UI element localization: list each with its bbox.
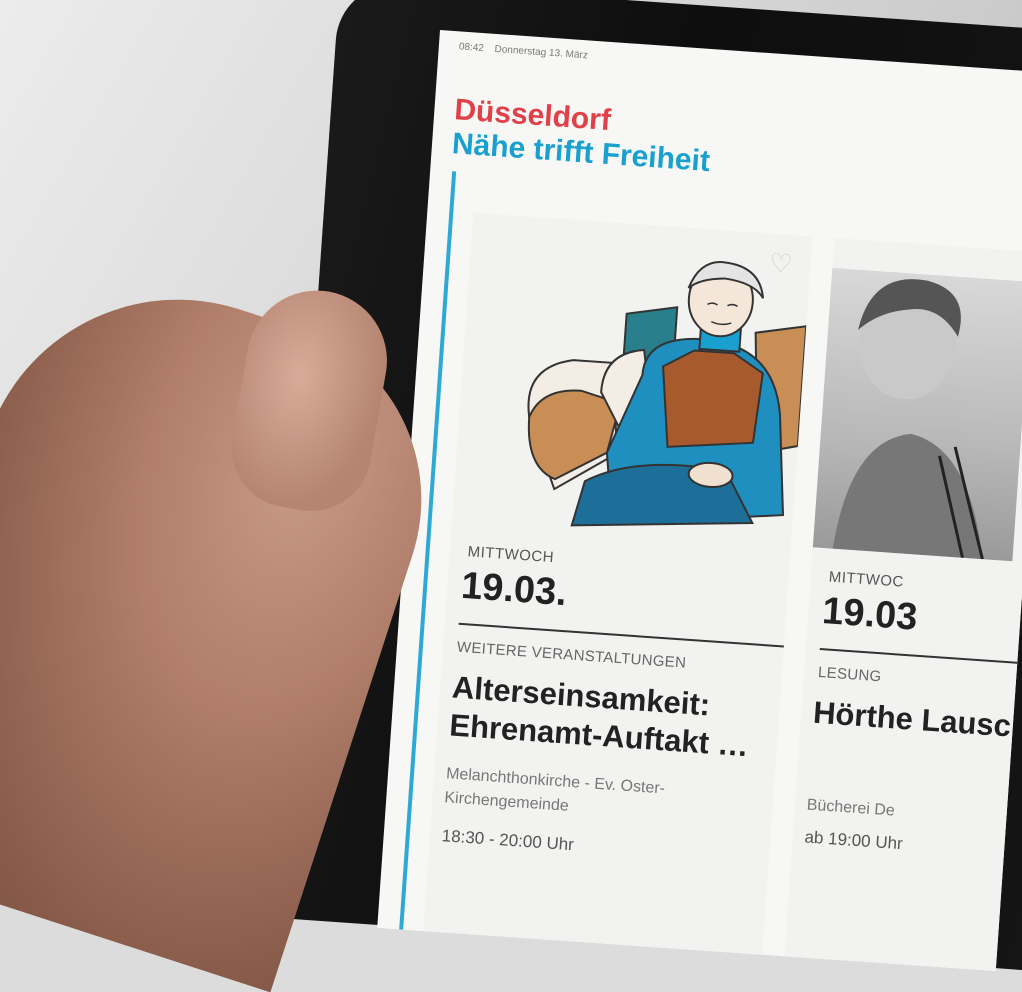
status-date: Donnerstag 13. März xyxy=(494,43,589,62)
musician-photo xyxy=(812,267,1022,562)
event-title[interactable]: Hörthe Lausch xyxy=(812,694,1022,750)
divider xyxy=(819,648,1022,668)
elderly-woman-illustration xyxy=(527,261,808,527)
event-location: Melanchthonkirche - Ev. Oster-Kirchengem… xyxy=(443,765,666,815)
event-weekday: MITTWOCH xyxy=(467,543,555,567)
event-title[interactable]: Alterseinsamkeit: Ehrenamt-Auftakt … xyxy=(448,668,792,768)
tablet-screen: 08:42 Donnerstag 13. März Düsseldorf Näh… xyxy=(377,30,1022,972)
status-bar: 08:42 Donnerstag 13. März xyxy=(458,41,596,62)
event-location: Bücherei De xyxy=(806,796,896,820)
event-time: ab 19:00 Uhr xyxy=(803,827,904,854)
status-time: 08:42 xyxy=(458,41,485,55)
event-category: WEITERE VERANSTALTUNGEN xyxy=(456,638,687,672)
event-card[interactable]: MITTWOC 19.03 LESUNG Hörthe Lausch Büche… xyxy=(782,238,1022,972)
event-time: 18:30 - 20:00 Uhr xyxy=(441,826,575,855)
event-date: 19.03 xyxy=(820,590,919,639)
event-card[interactable]: ♡ MITTWOCH 19.03. WEITERE VERANSTALTUNGE… xyxy=(421,212,813,972)
portrait-image xyxy=(832,279,984,560)
event-category: LESUNG xyxy=(817,663,883,686)
event-date: 19.03. xyxy=(459,564,569,615)
event-weekday: MITTWOC xyxy=(828,568,905,591)
heart-icon[interactable]: ♡ xyxy=(768,248,793,281)
